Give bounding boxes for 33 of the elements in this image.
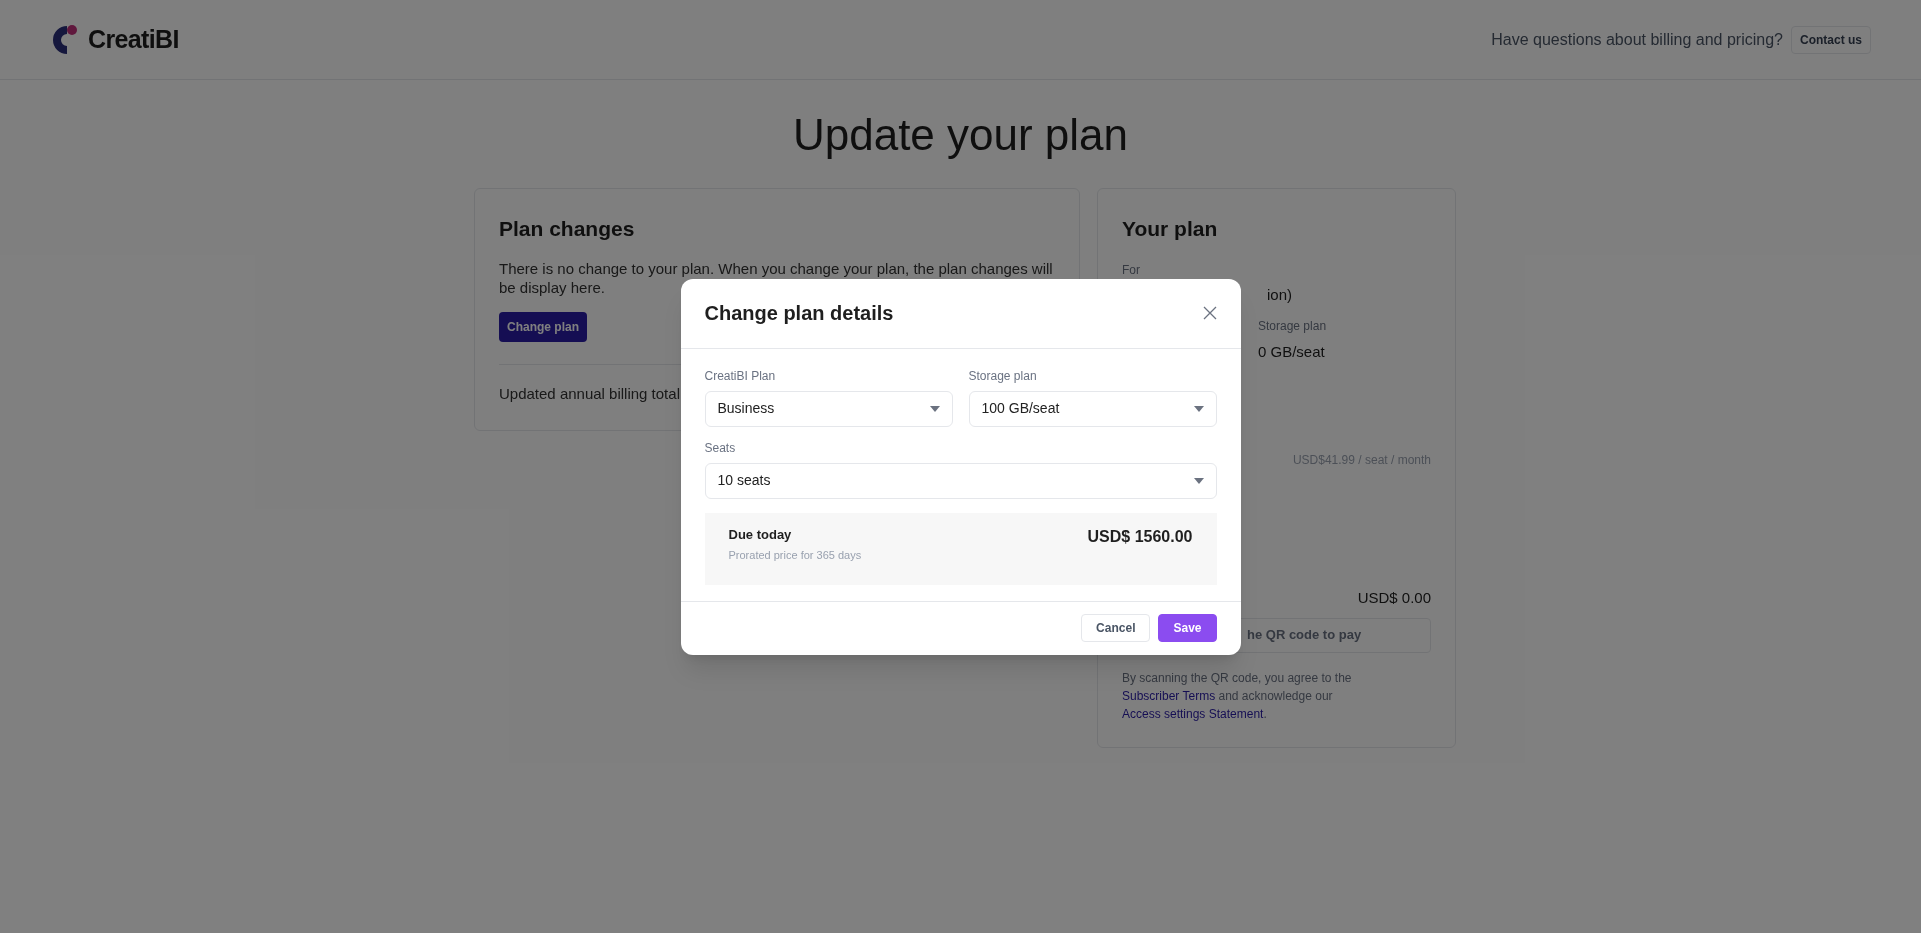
caret-icon [1193,477,1204,484]
storage-value: 0 GB/seat [1258,341,1325,362]
select-field[interactable]: Business [704,390,953,427]
due-note: Prorated price for 365 days [728,548,862,563]
caret-icon [929,405,940,412]
for-value: ion) [1267,285,1292,303]
due-amount: USD$ 1560.00 [1087,526,1193,547]
cancel-button[interactable]: Cancel [1081,614,1151,642]
plan-changes-message: There is no change to your plan. When you change your plan, the plan changes will be display here. [499,258,1054,297]
dialog-title: Change plan details [704,301,894,326]
change-plan-button[interactable]: Change plan [499,311,587,342]
total-amount: USD$ 0.00 [1357,588,1431,608]
due-label: Due today [728,525,793,544]
card-title: Plan changes [499,216,636,242]
save-button[interactable]: Save [1158,614,1217,642]
select-field[interactable]: 10 seats [704,462,1217,499]
storage-label: Storage plan [1258,317,1327,335]
logo-icon [50,22,80,57]
close-icon[interactable] [1202,306,1217,320]
field-label: CreatiBI Plan [704,367,777,385]
page-title: Update your plan [791,109,1130,161]
contact-button[interactable]: Contact us [1791,25,1871,54]
terms-text: By scanning the QR code, you agree to the Subscriber Terms and acknowledge our Access settings Statement. [1122,669,1353,723]
select-field[interactable]: 100 GB/seat [968,390,1217,427]
field-label: Storage plan [968,367,1038,385]
for-label: For [1122,261,1141,279]
field-label: Seats [704,439,737,457]
brand-name: CreatiBI [88,23,179,55]
card-title: Your plan [1122,216,1219,242]
caret-icon [1193,405,1204,412]
billing-total-label: Updated annual billing total [499,384,680,402]
billing-question: Have questions about billing and pricing? [1491,29,1783,50]
subscriber-terms-link[interactable]: Subscriber Terms [1122,688,1216,703]
